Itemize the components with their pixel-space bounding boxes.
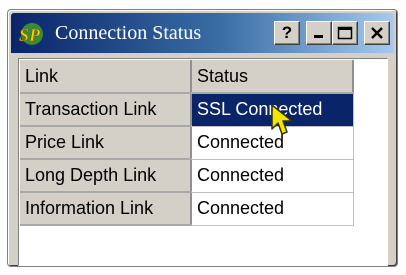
mouse-pointer-icon bbox=[271, 104, 293, 135]
close-icon bbox=[371, 27, 383, 39]
close-button[interactable] bbox=[364, 21, 390, 45]
table-row[interactable]: Information Link Connected bbox=[20, 192, 354, 226]
row-header-link[interactable]: Transaction Link bbox=[20, 93, 192, 127]
table-row[interactable]: Price Link Connected bbox=[20, 126, 354, 160]
title-bar[interactable]: SP Connection Status ? bbox=[11, 13, 394, 53]
column-header-link[interactable]: Link bbox=[20, 60, 192, 94]
status-cell[interactable]: Connected bbox=[191, 159, 354, 193]
status-cell[interactable]: Connected bbox=[191, 192, 354, 226]
connection-status-window: SP Connection Status ? Link Status Trans… bbox=[7, 9, 398, 267]
table-row[interactable]: Long Depth Link Connected bbox=[20, 159, 354, 193]
window-title: Connection Status bbox=[55, 22, 202, 44]
minimize-button[interactable] bbox=[306, 21, 332, 45]
connection-table-area: Link Status Transaction Link SSL Connect… bbox=[18, 58, 388, 266]
maximize-icon bbox=[337, 26, 353, 40]
maximize-button[interactable] bbox=[332, 21, 358, 45]
row-header-link[interactable]: Information Link bbox=[20, 192, 192, 226]
row-header-link[interactable]: Long Depth Link bbox=[20, 159, 192, 193]
svg-text:SP: SP bbox=[19, 25, 41, 45]
sp-app-icon: SP bbox=[19, 23, 43, 45]
minimize-icon bbox=[314, 35, 323, 38]
help-button[interactable]: ? bbox=[274, 21, 300, 45]
connection-table: Link Status Transaction Link SSL Connect… bbox=[20, 60, 354, 226]
table-header-row: Link Status bbox=[20, 60, 354, 94]
help-icon: ? bbox=[281, 23, 293, 42]
row-header-link[interactable]: Price Link bbox=[20, 126, 192, 160]
table-row[interactable]: Transaction Link SSL Connected bbox=[20, 93, 354, 127]
column-header-status[interactable]: Status bbox=[191, 60, 354, 94]
